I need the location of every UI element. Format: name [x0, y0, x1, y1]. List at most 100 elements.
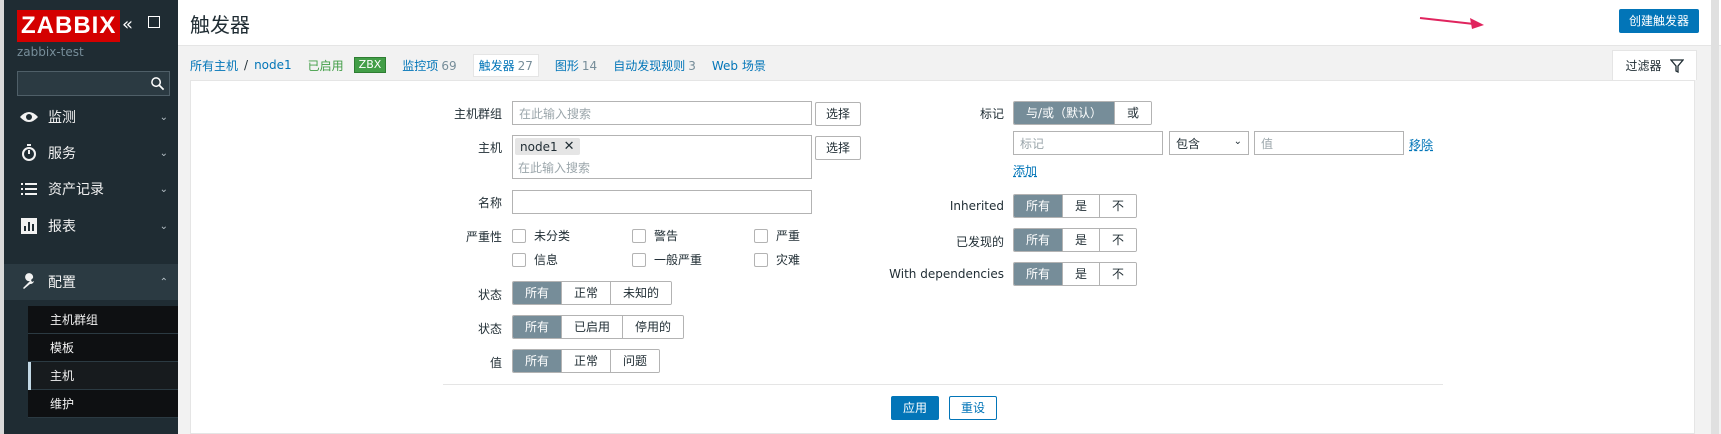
severity-disaster[interactable]: 灾难	[754, 251, 800, 268]
create-trigger-button[interactable]: 创建触发器	[1618, 9, 1699, 33]
tag-name-input[interactable]: 标记	[1013, 131, 1163, 155]
zabbix-logo[interactable]: ZABBIX	[17, 10, 121, 42]
tab-web-scenarios[interactable]: Web 场景	[712, 57, 766, 74]
nav-inventory[interactable]: 资产记录 ⌄	[4, 171, 178, 207]
dependencies-radio-group: 所有 是 不	[1013, 262, 1138, 286]
host-status-enabled[interactable]: 已启用	[308, 57, 344, 74]
severity-option-label: 一般严重	[654, 253, 703, 267]
breadcrumb-all-hosts[interactable]: 所有主机	[190, 57, 238, 74]
host-group-select-button[interactable]: 选择	[815, 102, 862, 126]
apply-button[interactable]: 应用	[891, 396, 940, 420]
chevron-down-icon: ⌄	[159, 111, 168, 123]
severity-high[interactable]: 严重	[754, 227, 800, 244]
submenu-host-groups[interactable]: 主机群组	[28, 306, 178, 334]
name-input[interactable]	[512, 190, 812, 214]
tab-items-count: 69	[441, 58, 457, 73]
reset-button[interactable]: 重设	[949, 396, 998, 420]
checkbox[interactable]	[632, 252, 646, 267]
tag-value-input[interactable]: 值	[1254, 131, 1404, 155]
kiosk-mode-icon[interactable]	[148, 16, 160, 28]
tags-label: 标记	[979, 107, 1004, 121]
tab-triggers-count: 27	[517, 58, 533, 73]
nav-services[interactable]: 服务 ⌄	[4, 135, 178, 171]
discovered-radio-group: 所有 是 不	[1013, 228, 1138, 252]
tab-graphs-label: 图形	[554, 58, 579, 73]
host-search-placeholder: 在此输入搜索	[518, 161, 591, 175]
severity-not-classified[interactable]: 未分类	[512, 227, 570, 244]
tab-graphs[interactable]: 图形 14	[555, 57, 597, 74]
sidebar: ZABBIX « zabbix-test 监测 ⌄ 服务 ⌄ 资产记录 ⌄ 报表…	[0, 0, 178, 434]
status-option-all[interactable]: 所有	[513, 316, 563, 338]
host-group-input[interactable]: 在此输入搜索	[512, 101, 812, 125]
sidebar-search-input[interactable]	[17, 71, 170, 96]
discovered-option-no[interactable]: 不	[1100, 229, 1137, 251]
discovered-option-yes[interactable]: 是	[1063, 229, 1101, 251]
inherited-option-all[interactable]: 所有	[1014, 195, 1064, 217]
host-navigation: 所有主机 / node1 已启用 ZBX 监控项 69 触发器 27 图形 14 自动…	[190, 53, 782, 77]
host-selected-tag: node1 ✕	[515, 138, 580, 155]
page-scrollbar[interactable]	[1711, 0, 1719, 434]
tag-operator-value: 包含	[1176, 137, 1201, 151]
filter-tab-label: 过滤器	[1625, 59, 1662, 73]
tab-discovery-count: 3	[688, 58, 696, 73]
host-select-button[interactable]: 选择	[815, 136, 862, 160]
state-option-normal[interactable]: 正常	[562, 282, 612, 304]
name-label: 名称	[477, 196, 502, 210]
checkbox[interactable]	[512, 228, 526, 243]
remove-tag-icon[interactable]: ✕	[564, 139, 575, 154]
status-option-enabled[interactable]: 已启用	[562, 316, 624, 338]
search-icon[interactable]	[150, 76, 165, 91]
dependencies-option-no[interactable]: 不	[1100, 263, 1137, 285]
breadcrumb-host[interactable]: node1	[254, 58, 292, 72]
tab-discovery-rules[interactable]: 自动发现规则 3	[613, 57, 696, 74]
discovered-option-all[interactable]: 所有	[1014, 229, 1064, 251]
submenu-maintenance[interactable]: 维护	[28, 390, 178, 418]
severity-warning[interactable]: 警告	[632, 227, 678, 244]
severity-average[interactable]: 一般严重	[632, 251, 702, 268]
zbx-availability-badge: ZBX	[353, 57, 387, 73]
tags-mode-or[interactable]: 或	[1115, 102, 1152, 124]
server-name: zabbix-test	[17, 45, 84, 59]
filter-icon	[1669, 58, 1684, 73]
remove-tag-link[interactable]: 移除	[1409, 136, 1433, 153]
submenu-hosts[interactable]: 主机	[28, 362, 178, 390]
inherited-option-no[interactable]: 不	[1100, 195, 1137, 217]
value-option-ok[interactable]: 正常	[562, 350, 612, 372]
checkbox[interactable]	[754, 228, 768, 243]
value-option-problem[interactable]: 问题	[611, 350, 660, 372]
nav-label: 配置	[48, 275, 76, 291]
nav-reports[interactable]: 报表 ⌄	[4, 208, 178, 244]
value-option-all[interactable]: 所有	[513, 350, 563, 372]
state-label: 状态	[477, 288, 502, 302]
checkbox[interactable]	[632, 228, 646, 243]
tag-operator-select[interactable]: 包含 ⌄	[1169, 131, 1249, 155]
inherited-option-yes[interactable]: 是	[1063, 195, 1101, 217]
dependencies-label: With dependencies	[889, 267, 1004, 281]
nav-monitoring[interactable]: 监测 ⌄	[4, 99, 178, 135]
dependencies-option-yes[interactable]: 是	[1063, 263, 1101, 285]
state-option-all[interactable]: 所有	[513, 282, 563, 304]
tab-items[interactable]: 监控项 69	[402, 57, 456, 74]
submenu-templates[interactable]: 模板	[28, 334, 178, 362]
add-tag-link[interactable]: 添加	[1013, 162, 1037, 179]
status-option-disabled[interactable]: 停用的	[623, 316, 684, 338]
severity-option-label: 未分类	[534, 229, 571, 243]
tab-discovery-label: 自动发现规则	[613, 58, 686, 73]
eye-icon	[18, 110, 40, 124]
severity-information[interactable]: 信息	[512, 251, 558, 268]
list-icon	[18, 182, 40, 196]
severity-option-label: 严重	[776, 229, 801, 243]
tags-mode-radio-group: 与/或（默认） 或	[1013, 101, 1153, 125]
tags-mode-and-or[interactable]: 与/或（默认）	[1014, 102, 1116, 124]
nav-configuration[interactable]: 配置 ⌃	[4, 264, 178, 300]
filter-tab[interactable]: 过滤器	[1612, 50, 1697, 80]
dependencies-option-all[interactable]: 所有	[1014, 263, 1064, 285]
nav-label: 服务	[48, 146, 76, 162]
checkbox[interactable]	[512, 252, 526, 267]
value-radio-group: 所有 正常 问题	[512, 349, 661, 373]
tab-triggers[interactable]: 触发器 27	[472, 53, 539, 77]
state-option-unknown[interactable]: 未知的	[611, 282, 672, 304]
nav-label: 监测	[48, 110, 76, 126]
collapse-sidebar-icon[interactable]: «	[122, 14, 133, 35]
checkbox[interactable]	[754, 252, 768, 267]
